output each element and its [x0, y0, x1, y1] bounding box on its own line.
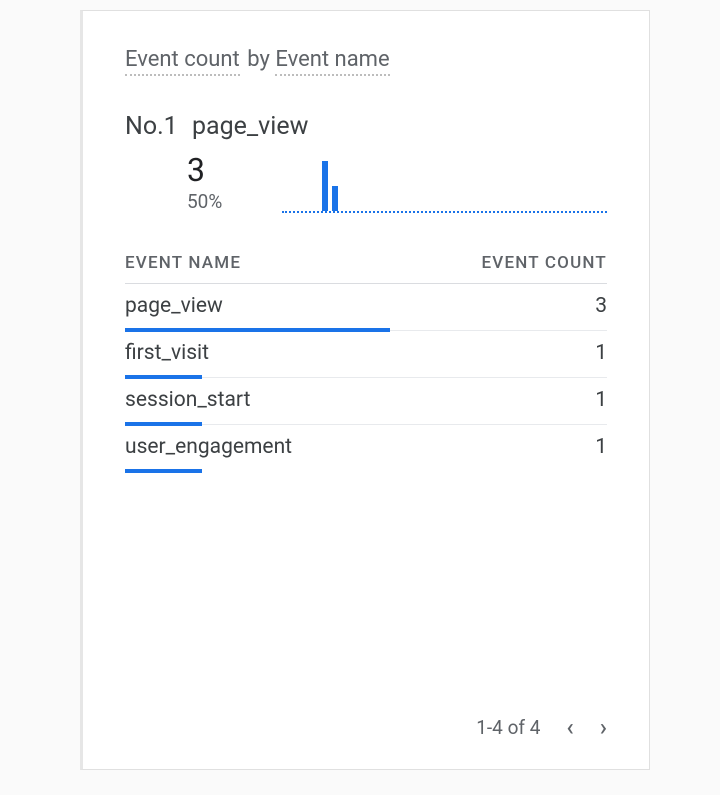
sparkline-chart: [282, 151, 607, 213]
top-rank: No.1 page_view: [125, 112, 607, 141]
summary-metrics: 3 50%: [125, 154, 222, 213]
row-bar: [125, 469, 202, 473]
table-row[interactable]: user_engagement 1: [125, 425, 607, 471]
top-value: 3: [187, 154, 222, 186]
top-percent: 50%: [187, 190, 222, 213]
table-header: EVENT NAME EVENT COUNT: [125, 253, 607, 284]
event-count-card: Event count by Event name No.1 page_view…: [80, 10, 650, 770]
col-event-name: EVENT NAME: [125, 253, 241, 273]
row-event-name: user_engagement: [125, 435, 292, 459]
title-metric[interactable]: Event count: [125, 47, 240, 76]
table-row[interactable]: first_visit 1: [125, 331, 607, 378]
prev-page-button[interactable]: ‹: [566, 713, 573, 741]
next-page-button[interactable]: ›: [600, 713, 607, 741]
title-dimension[interactable]: Event name: [275, 47, 389, 76]
title-by: by: [247, 47, 270, 72]
row-event-name: page_view: [125, 294, 223, 318]
rank-name: page_view: [192, 112, 308, 141]
row-event-count: 1: [595, 341, 607, 365]
row-event-count: 1: [595, 435, 607, 459]
col-event-count: EVENT COUNT: [481, 253, 607, 273]
table-rows: page_view3first_visit1session_start1user…: [125, 284, 607, 471]
card-title: Event count by Event name: [125, 47, 607, 72]
row-event-name: first_visit: [125, 341, 209, 365]
row-event-count: 3: [595, 294, 607, 318]
pagination-label: 1-4 of 4: [476, 716, 540, 739]
spark-bar: [322, 161, 328, 211]
table-row[interactable]: session_start 1: [125, 378, 607, 425]
rank-prefix: No.1: [125, 112, 178, 141]
row-event-count: 1: [595, 388, 607, 412]
table-row[interactable]: page_view 3: [125, 284, 607, 331]
summary-row: 3 50%: [125, 151, 607, 213]
pagination: 1-4 of 4 ‹ ›: [125, 713, 607, 741]
spark-bar: [332, 186, 338, 211]
row-event-name: session_start: [125, 388, 250, 412]
